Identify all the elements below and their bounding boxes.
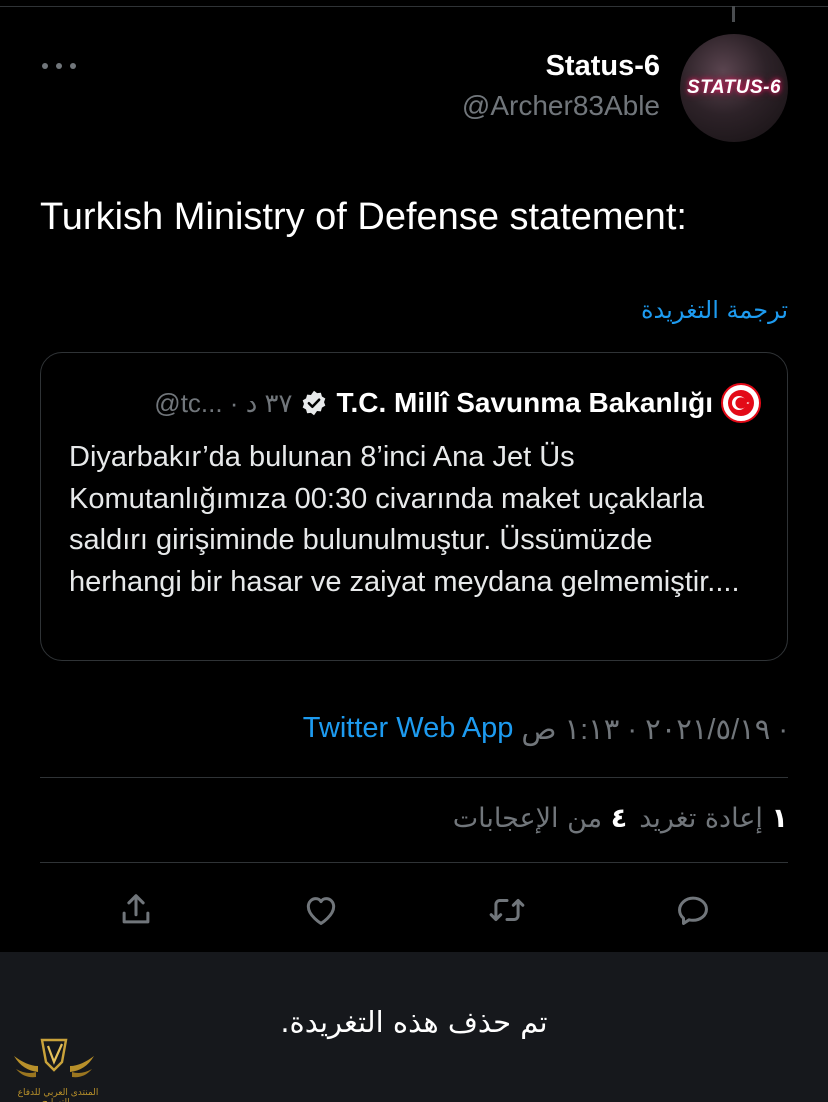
dot-icon <box>56 63 62 69</box>
retweet-count: ١ <box>771 803 788 834</box>
winged-shield-icon <box>14 1038 94 1078</box>
divider <box>40 777 788 778</box>
dot-icon <box>42 63 48 69</box>
verified-badge-icon <box>303 390 326 416</box>
quoted-tweet-body: Diyarbakır’da bulunan 8’inci Ana Jet Üs … <box>69 441 740 598</box>
author-name[interactable]: Status-6 <box>462 48 660 84</box>
author-handle[interactable]: @Archer83Able <box>462 88 660 124</box>
retweet-button[interactable] <box>487 890 527 930</box>
like-count: ٤ <box>610 803 628 834</box>
avatar-logo-text: STATUS-6 <box>686 77 782 98</box>
like-label: من الإعجابات <box>452 803 603 834</box>
like-button[interactable] <box>301 890 341 930</box>
divider <box>40 862 788 863</box>
deleted-tweet-notice: تم حذف هذه التغريدة. <box>0 952 828 1102</box>
quoted-tweet-header: @tc... · ٣٧ د T.C. Millî Savunma Bakanlı… <box>154 383 761 423</box>
dot-icon <box>70 63 76 69</box>
likes-stat[interactable]: ٤ من الإعجابات <box>453 803 628 834</box>
tweet-metadata: Twitter Web App ٢٠٢١/٥/١٩ · ١:١٣ ص · <box>303 712 788 747</box>
ministry-emblem-icon <box>728 390 754 416</box>
tweet-text: Turkish Ministry of Defense statement: <box>40 196 687 238</box>
translate-tweet-link[interactable]: ترجمة التغريدة <box>641 296 788 324</box>
avatar[interactable]: STATUS-6 <box>680 34 788 142</box>
reply-button[interactable] <box>673 890 713 930</box>
quoted-tweet-handle-time: @tc... · ٣٧ د <box>154 387 293 418</box>
forum-watermark-text: المنتدى العربي للدفاع والتسليح <box>17 1088 99 1102</box>
deleted-tweet-text: تم حذف هذه التغريدة. <box>280 1005 548 1039</box>
quoted-tweet-author-name: T.C. Millî Savunma Bakanlığı <box>336 387 713 418</box>
quoted-tweet-card[interactable]: @tc... · ٣٧ د T.C. Millî Savunma Bakanlı… <box>40 352 788 661</box>
quoted-tweet-avatar <box>721 383 761 423</box>
top-divider <box>0 6 828 7</box>
source-app-link[interactable]: Twitter Web App <box>303 712 514 747</box>
retweet-icon <box>489 898 525 922</box>
more-options-icon[interactable] <box>42 54 76 78</box>
author-block[interactable]: Status-6 @Archer83Able <box>462 48 660 124</box>
heart-icon <box>306 897 336 925</box>
retweet-label: إعادة تغريد <box>639 803 763 834</box>
tweet-date-time[interactable]: ٢٠٢١/٥/١٩ · ١:١٣ ص · <box>521 712 788 747</box>
retweets-stat[interactable]: ١ إعادة تغريد <box>639 803 788 834</box>
forum-watermark-logo: المنتدى العربي للدفاع والتسليح <box>8 1032 100 1102</box>
engagement-stats: ١ إعادة تغريد ٤ من الإعجابات <box>453 803 788 834</box>
share-button[interactable] <box>116 890 156 930</box>
thread-connector <box>732 6 735 22</box>
reply-icon <box>678 896 708 925</box>
share-icon <box>122 894 150 924</box>
